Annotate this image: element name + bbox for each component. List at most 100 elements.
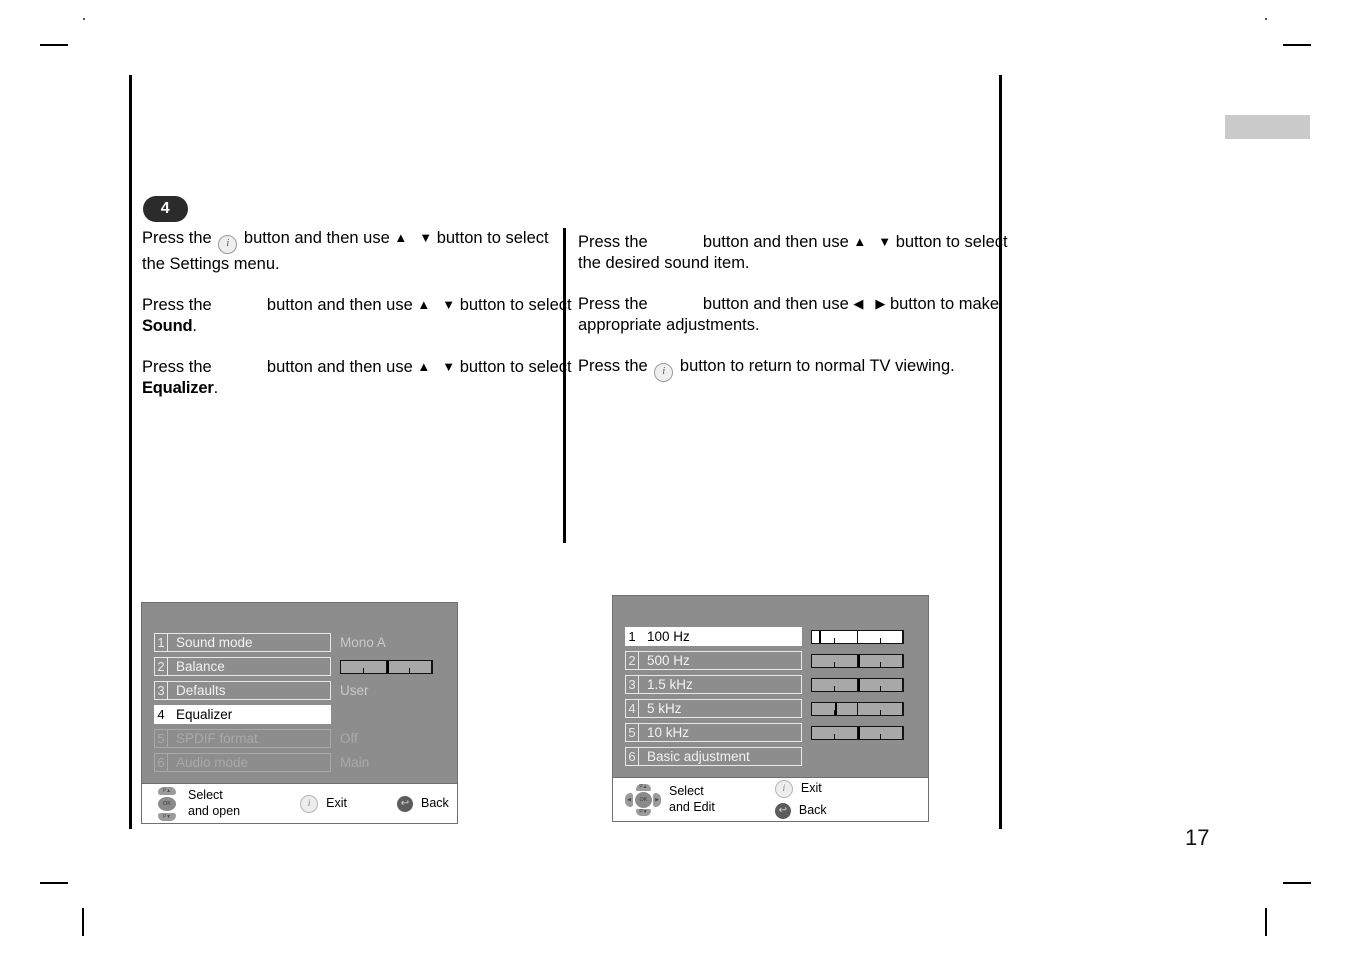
- instruction-lead-text: Press the: [142, 229, 212, 247]
- footer-nav-line1: Select: [669, 784, 704, 799]
- footer-exit-button[interactable]: i Exit: [774, 780, 827, 798]
- row-number-box: 3: [154, 681, 168, 700]
- row-number-box: 1: [625, 627, 639, 646]
- osd-menu-row[interactable]: 4 Equalizer: [142, 704, 457, 725]
- row-label: 5 kHz: [639, 699, 802, 718]
- osd-menu-row[interactable]: 45 kHz: [613, 698, 928, 719]
- footer-exit-label: Exit: [800, 781, 822, 796]
- footer-nav-select[interactable]: P▲ OK P▼ Select and open: [154, 786, 240, 821]
- level-slider[interactable]: [811, 677, 904, 692]
- instruction-mid-text: button and then use: [266, 296, 413, 315]
- dpad-ok-button: OK: [158, 796, 176, 811]
- footer-nav-label: Select and Edit: [669, 784, 715, 815]
- slider-knob[interactable]: [386, 660, 389, 673]
- row-label: Defaults: [168, 681, 331, 700]
- dpad-up-segment: P▲: [636, 783, 651, 791]
- osd-menu-row[interactable]: 2 500 Hz: [613, 650, 928, 671]
- row-label: SPDIF format: [168, 729, 331, 748]
- page-frame-right-rule: [999, 75, 1002, 829]
- instruction-lead-text: Press the: [578, 233, 648, 251]
- arrow-up-icon: ▲: [417, 359, 431, 375]
- row-number-box: 1: [154, 633, 168, 652]
- row-number-box: 5: [625, 723, 639, 742]
- osd-menu-row[interactable]: 1 Sound mode Mono A: [142, 632, 457, 653]
- arrow-down-icon: ▼: [878, 234, 892, 249]
- registration-dot-top-right: [1265, 18, 1267, 20]
- slider-segment: [812, 678, 858, 691]
- slider-knob[interactable]: [857, 678, 860, 691]
- slider-segment: [858, 630, 903, 643]
- dpad-left-segment: ◀: [625, 792, 633, 807]
- instruction-paragraph: Press the i button and then use ▲ ▼ butto…: [142, 228, 562, 275]
- instruction-second-line: the Settings menu.: [142, 255, 280, 273]
- arrow-down-icon: ▼: [442, 297, 456, 313]
- dpad-right-segment: ▶: [653, 792, 661, 807]
- arrow-up-icon: ▲: [394, 230, 408, 245]
- arrow-up-icon: ▲: [417, 297, 431, 313]
- level-slider[interactable]: [811, 629, 904, 644]
- osd-menu-row[interactable]: 3 Defaults User: [142, 680, 457, 701]
- footer-nav-select[interactable]: P▲ ◀ OK ▶ P▼ Select and Edit: [625, 783, 715, 816]
- column-divider-rule: [563, 228, 566, 543]
- menu-term-equalizer: Equalizer: [142, 379, 214, 398]
- info-icon: i: [654, 363, 674, 383]
- arrow-down-icon: ▼: [442, 359, 456, 375]
- osd-menu-row[interactable]: 2 Balance: [142, 656, 457, 677]
- osd-menu-row[interactable]: 5 SPDIF format Off: [142, 728, 457, 749]
- info-icon: i: [300, 794, 319, 813]
- footer-button-stack: i Exit ↩ Back: [774, 780, 827, 819]
- osd-equalizer-menu: 1 100 Hz 2 500 Hz 3 1.5 kHz 4 5 kHz 5 10 kHz 6 Basi…: [612, 595, 929, 822]
- slider-knob[interactable]: [857, 654, 860, 667]
- instruction-paragraph: Press the button and then use ◀ ▶ button …: [578, 294, 999, 336]
- osd-menu-row[interactable]: 5 10 kHz: [613, 722, 928, 743]
- level-slider[interactable]: [811, 701, 904, 716]
- slider-knob[interactable]: [857, 726, 860, 739]
- row-number-box: 5: [154, 729, 168, 748]
- osd-menu-row[interactable]: 6 Audio mode Main: [142, 752, 457, 773]
- row-number-box: 2: [154, 657, 168, 676]
- registration-dot-top-left: [83, 18, 85, 20]
- slider-segment: [812, 726, 858, 739]
- slider-segment: [341, 660, 387, 673]
- instructions-left-column: Press the i button and then use ▲ ▼ butto…: [142, 228, 572, 400]
- footer-nav-line2: and Edit: [669, 799, 715, 814]
- footer-back-label: Back: [798, 803, 827, 818]
- row-label: Equalizer: [168, 705, 331, 724]
- crop-mark-right-vertical: [1265, 908, 1267, 936]
- footer-exit-button[interactable]: i Exit: [300, 794, 347, 813]
- instruction-paragraph: Press the button and then use ▲ ▼ button …: [142, 357, 572, 399]
- row-label: 100 Hz: [639, 627, 802, 646]
- instruction-tail-text: button to select: [895, 233, 1008, 251]
- level-slider[interactable]: [811, 725, 904, 740]
- instruction-second-line: the desired sound item.: [578, 254, 750, 273]
- instruction-lead-text: Press the: [578, 357, 648, 376]
- instruction-tail-text: button to return to normal TV viewing.: [679, 357, 955, 376]
- osd-menu-row[interactable]: 6 Basic adjustment: [613, 746, 928, 767]
- row-label: Balance: [168, 657, 331, 676]
- row-label: Basic adjustment: [639, 747, 802, 766]
- footer-back-button[interactable]: ↩ Back: [396, 795, 449, 812]
- crop-mark-left-vertical: [82, 908, 84, 936]
- row-value: Main: [340, 755, 370, 770]
- back-arrow-icon: ↩: [396, 795, 413, 812]
- footer-nav-line1: Select: [188, 788, 223, 803]
- slider-segment: [387, 660, 432, 673]
- instruction-lead-text: Press the: [142, 358, 212, 377]
- level-slider[interactable]: [811, 653, 904, 668]
- arrow-down-icon: ▼: [419, 230, 433, 245]
- dpad-up-segment: P▲: [158, 786, 176, 795]
- level-slider[interactable]: [340, 659, 433, 674]
- slider-knob[interactable]: [819, 630, 822, 643]
- footer-back-button[interactable]: ↩ Back: [774, 803, 827, 819]
- instruction-paragraph: Press the button and then use ▲ ▼ button …: [142, 295, 572, 337]
- slider-knob[interactable]: [834, 702, 837, 715]
- row-label: Sound mode: [168, 633, 331, 652]
- osd-menu-row[interactable]: 1 100 Hz: [613, 626, 928, 647]
- row-label: Audio mode: [168, 753, 331, 772]
- menu-term-sound: Sound: [142, 317, 193, 336]
- back-arrow-icon: ↩: [774, 803, 791, 819]
- instruction-tail-text: button to select: [459, 358, 572, 377]
- instructions-right-column: Press the button and then use ▲ ▼ button …: [578, 232, 1008, 383]
- osd-equalizer-rows: 1 100 Hz 2 500 Hz 3 1.5 kHz 4 5 kHz 5 10 kHz 6 Basi…: [613, 596, 928, 770]
- osd-menu-row[interactable]: 3 1.5 kHz: [613, 674, 928, 695]
